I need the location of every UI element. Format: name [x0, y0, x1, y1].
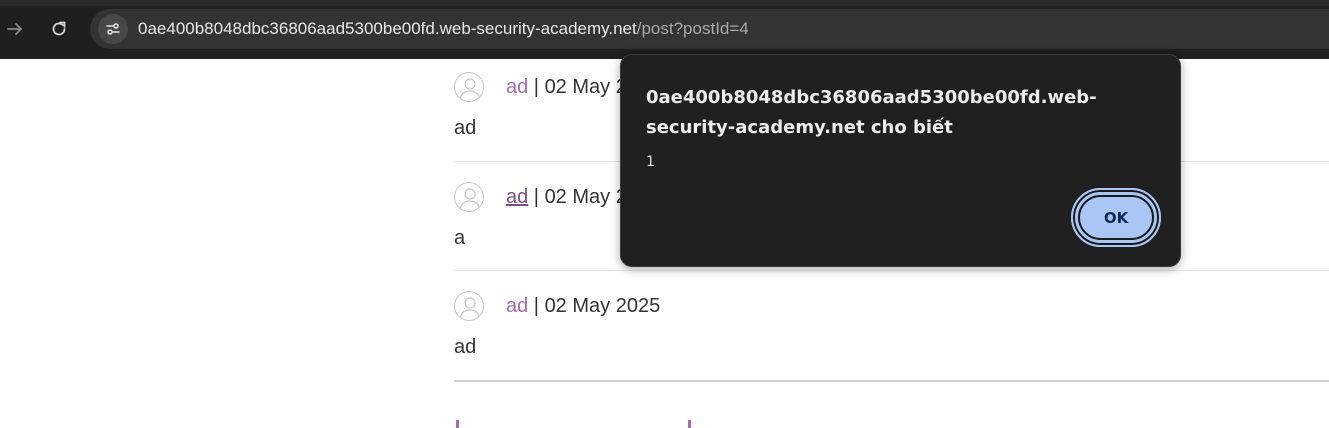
comment-separator: |: [528, 76, 545, 98]
forward-icon[interactable]: [2, 16, 28, 42]
address-bar[interactable]: 0ae400b8048dbc36806aad5300be00fd.web-sec…: [90, 9, 1329, 49]
alert-title: 0ae400b8048dbc36806aad5300be00fd.web-sec…: [646, 87, 1097, 138]
site-settings-icon[interactable]: [98, 14, 128, 44]
comment-text: ad: [454, 117, 477, 139]
comment-separator: |: [528, 295, 545, 317]
comment-author: ad: [506, 295, 529, 317]
url-path: /post?postId=4: [636, 19, 749, 38]
browser-toolbar: 0ae400b8048dbc36806aad5300be00fd.web-sec…: [0, 0, 1329, 59]
avatar: [454, 72, 484, 102]
comment-author-link[interactable]: ad: [506, 186, 528, 208]
ok-button[interactable]: OK: [1071, 188, 1161, 247]
comment-date: 02 May 2: [544, 186, 627, 208]
comment-date: 02 May 2: [544, 76, 627, 98]
comment-text: ad: [454, 336, 477, 358]
ok-button-label: OK: [1103, 208, 1129, 227]
tab-strip-edge: [0, 0, 1329, 6]
avatar: [454, 291, 484, 321]
url-host: 0ae400b8048dbc36806aad5300be00fd.web-sec…: [138, 19, 637, 38]
comment-separator: |: [528, 186, 545, 208]
comment-meta: ad | 02 May 2: [506, 186, 627, 209]
divider: [454, 380, 1329, 382]
url-text[interactable]: 0ae400b8048dbc36806aad5300be00fd.web-sec…: [138, 20, 749, 38]
reload-icon[interactable]: [46, 16, 72, 42]
alert-message: 1: [646, 154, 655, 170]
comment-date: 02 May 2025: [544, 295, 661, 317]
comment-text: a: [454, 227, 466, 249]
avatar: [454, 182, 484, 212]
divider: [454, 270, 1329, 271]
comment-meta: ad | 02 May 2025: [506, 295, 660, 318]
comment-author: ad: [506, 76, 529, 98]
comment-meta: ad | 02 May 2: [506, 76, 627, 99]
alert-dialog: 0ae400b8048dbc36806aad5300be00fd.web-sec…: [620, 54, 1181, 267]
leave-comment-heading-partial: [454, 420, 714, 428]
